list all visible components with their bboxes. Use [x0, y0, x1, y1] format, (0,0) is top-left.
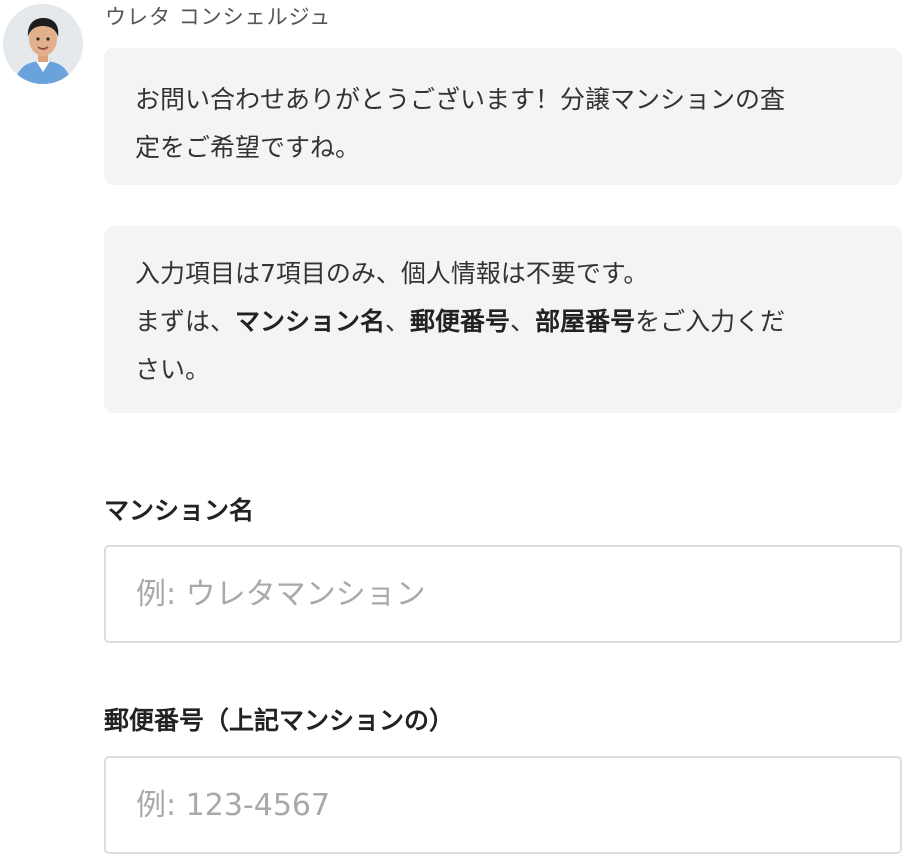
message-text: をご入力くだ	[635, 307, 786, 336]
chat-page: ウレタ コンシェルジュ お問い合わせありがとうございます！分譲マンションの査 定を…	[0, 0, 909, 863]
message-emphasis: マンション名	[235, 307, 386, 336]
message-line: 定をご希望ですね。	[135, 124, 872, 172]
message-text: 定をご希望ですね。	[135, 133, 361, 162]
person-avatar-icon	[3, 4, 83, 84]
message-line: 入力項目は7項目のみ、個人情報は不要です。	[135, 250, 872, 298]
mansion-name-label: マンション名	[104, 496, 255, 525]
chat-message-bubble: お問い合わせありがとうございます！分譲マンションの査 定をご希望ですね。	[104, 48, 902, 185]
message-text: さい。	[135, 355, 211, 384]
message-text: 入力項目は7項目のみ、個人情報は不要です。	[135, 259, 649, 288]
message-line: さい。	[135, 346, 872, 394]
message-emphasis: 部屋番号	[535, 307, 636, 336]
message-text: まずは、	[135, 307, 236, 336]
postal-code-input[interactable]	[104, 756, 902, 854]
sender-name: ウレタ コンシェルジュ	[105, 5, 332, 29]
concierge-avatar	[3, 4, 83, 84]
mansion-name-input[interactable]	[104, 545, 902, 643]
postal-code-label: 郵便番号（上記マンションの）	[104, 706, 455, 735]
chat-message-bubble: 入力項目は7項目のみ、個人情報は不要です。 まずは、マンション名、郵便番号、部屋番…	[104, 226, 902, 413]
message-line: まずは、マンション名、郵便番号、部屋番号をご入力くだ	[135, 298, 872, 346]
message-line: お問い合わせありがとうございます！分譲マンションの査	[135, 76, 872, 124]
message-text: お問い合わせありがとうございます！分譲マンションの査	[135, 85, 786, 114]
message-text: 、	[385, 307, 411, 336]
message-text: 、	[510, 307, 536, 336]
message-emphasis: 郵便番号	[410, 307, 511, 336]
